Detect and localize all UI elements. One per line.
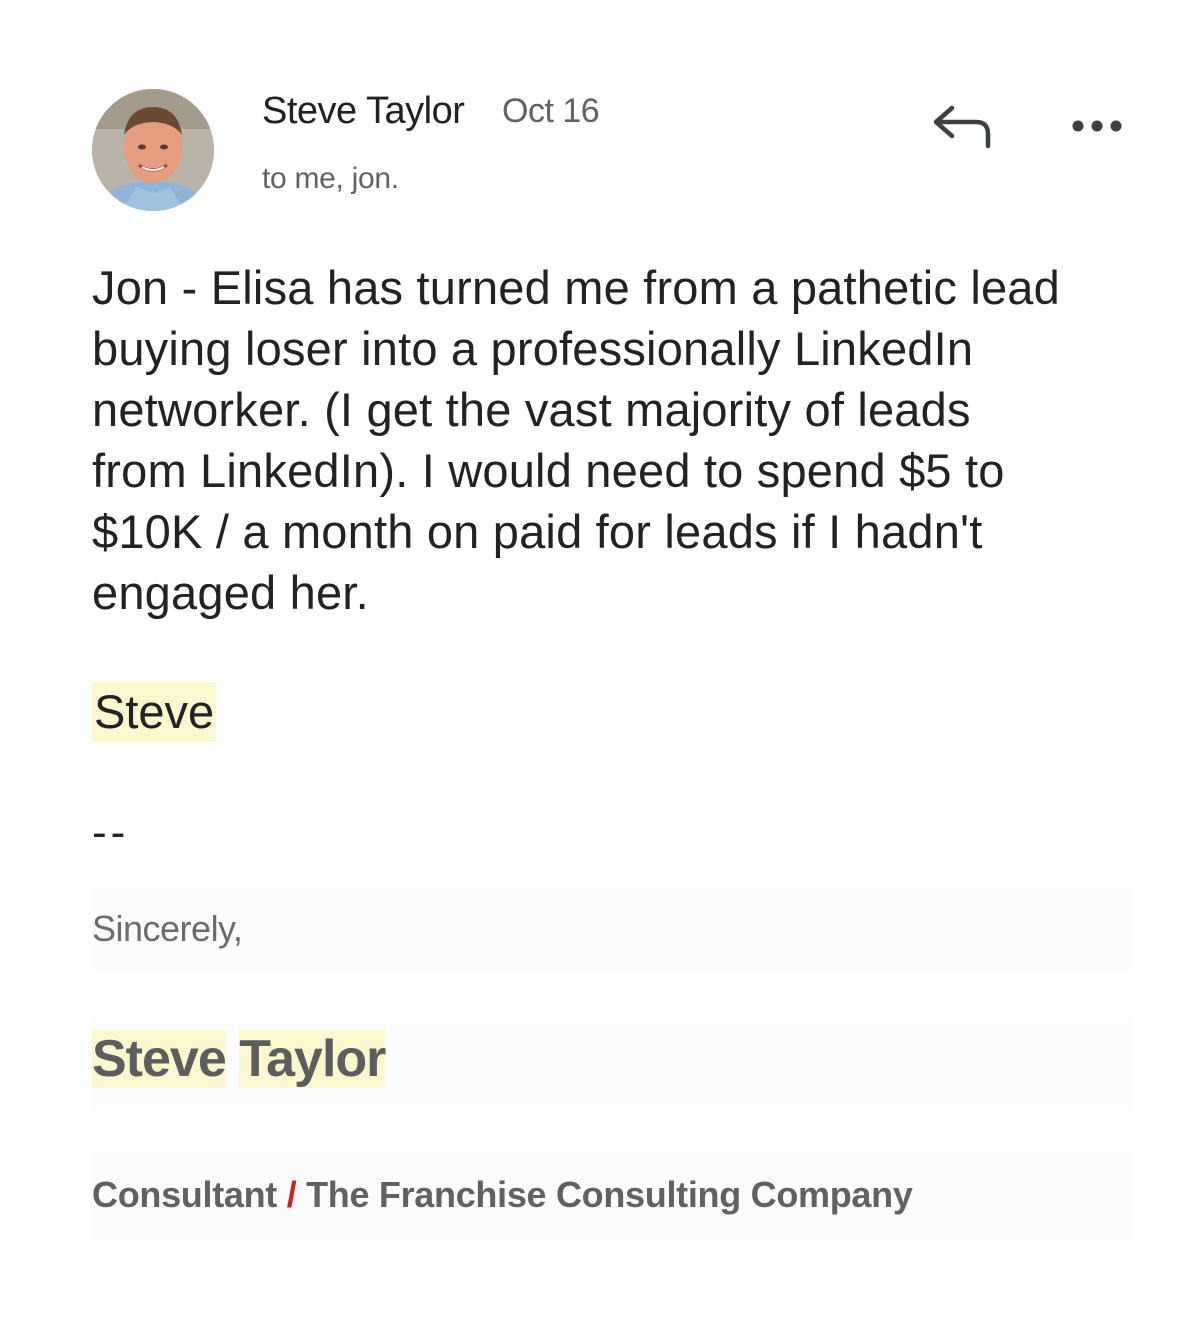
signature-closing: Sincerely, — [92, 908, 243, 949]
signature-company: The Franchise Consulting Company — [306, 1174, 913, 1215]
signature-role: Consultant — [92, 1174, 277, 1215]
signature-separator: -- — [92, 808, 130, 857]
email-message: Steve Taylor Oct 16 to me, jon. Jon - El… — [0, 0, 1186, 1327]
more-dots-icon — [1072, 120, 1122, 132]
user-photo-icon — [92, 89, 214, 211]
reply-arrow-icon — [933, 105, 991, 149]
reply-button[interactable] — [930, 100, 994, 152]
message-body: Jon - Elisa has turned me from a patheti… — [92, 261, 1060, 619]
sender-avatar[interactable] — [92, 89, 214, 211]
signature-background — [92, 888, 1132, 972]
message-sign-off: Steve — [92, 682, 217, 742]
more-options-button[interactable] — [1068, 110, 1126, 142]
signature-divider: / — [286, 1174, 297, 1215]
signature-first-name: Steve — [92, 1030, 227, 1088]
message-date: Oct 16 — [502, 92, 600, 130]
signature-title: Consultant / The Franchise Consulting Co… — [92, 1174, 913, 1216]
recipients-summary[interactable]: to me, jon. — [262, 162, 399, 196]
sender-name[interactable]: Steve Taylor — [262, 90, 465, 133]
signature-name: Steve Taylor — [92, 1024, 386, 1094]
signature-last-name: Taylor — [239, 1030, 386, 1088]
